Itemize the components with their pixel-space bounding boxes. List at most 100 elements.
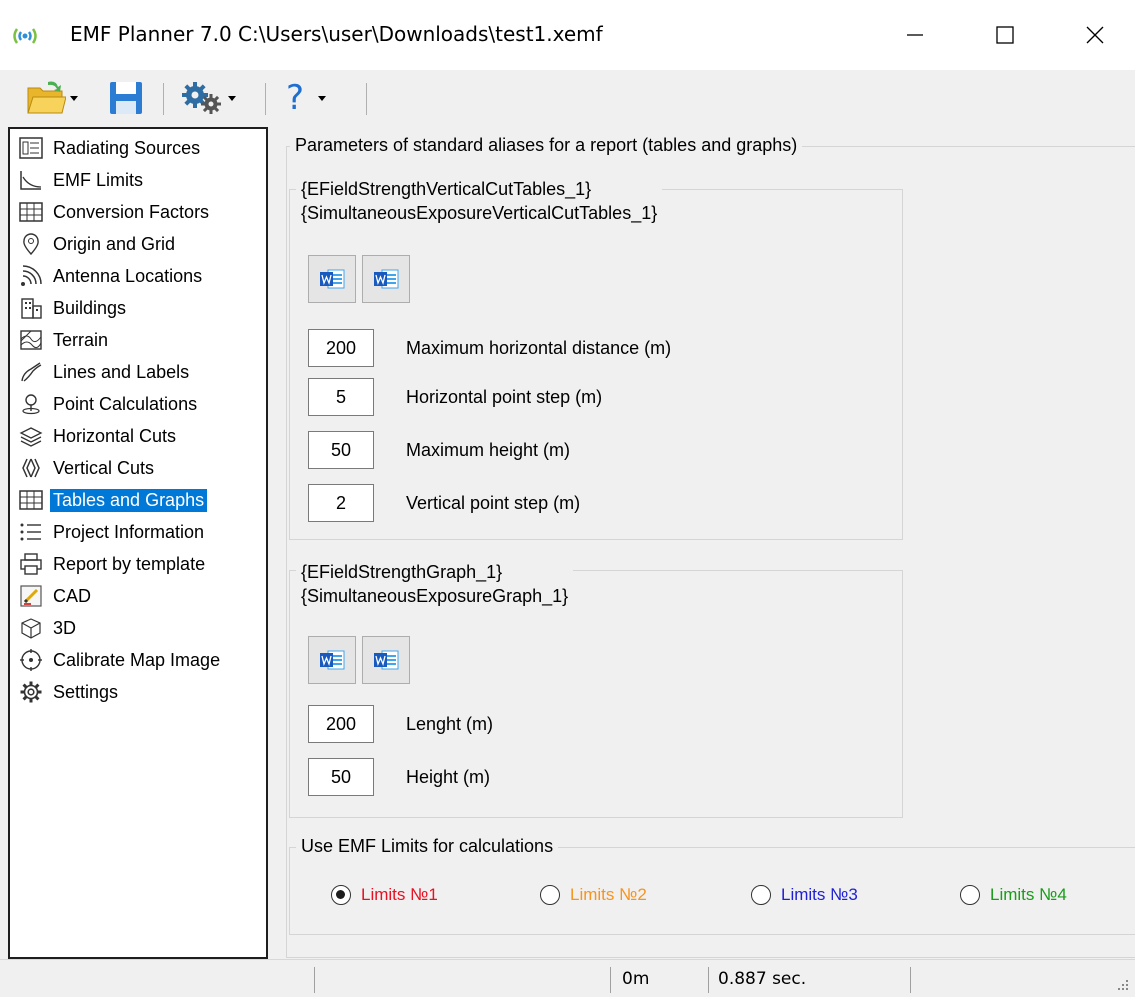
point-icon	[18, 391, 44, 417]
status-time: 0.887 sec.	[718, 969, 807, 989]
status-bar: 0m 0.887 sec.	[0, 959, 1135, 997]
settings-dropdown-caret-icon[interactable]	[228, 95, 236, 101]
max-height-input[interactable]: 50	[308, 431, 374, 469]
limits-3-radio[interactable]: Limits №3	[751, 885, 858, 905]
app-antenna-icon	[13, 28, 37, 44]
limits-1-radio[interactable]: Limits №1	[331, 885, 438, 905]
minimize-button[interactable]	[870, 0, 960, 70]
vertical-point-step-label: Vertical point step (m)	[406, 493, 581, 513]
nav-item-lines-and-labels[interactable]: Lines and Labels	[18, 357, 192, 387]
nav-item-antenna-locations[interactable]: Antenna Locations	[18, 261, 205, 291]
nav-item-3d[interactable]: 3D	[18, 613, 79, 643]
window-title: EMF Planner 7.0 C:\Users\user\Downloads\…	[70, 22, 603, 46]
radio-unselected-icon	[751, 885, 771, 905]
radio-unselected-icon	[960, 885, 980, 905]
word-document-icon	[320, 650, 345, 670]
antenna-signal-icon	[18, 263, 44, 289]
nav-item-point-calculations[interactable]: Point Calculations	[18, 389, 200, 419]
limits-4-label: Limits №4	[990, 885, 1067, 904]
minimize-icon	[907, 34, 923, 36]
report-aliases-group-title: Parameters of standard aliases for a rep…	[290, 134, 803, 156]
nav-label: Origin and Grid	[53, 233, 176, 254]
close-icon	[1086, 26, 1104, 44]
location-pin-icon	[18, 231, 44, 257]
max-horizontal-distance-label: Maximum horizontal distance (m)	[406, 338, 672, 358]
nav-item-origin-and-grid[interactable]: Origin and Grid	[18, 229, 178, 259]
nav-label: Tables and Graphs	[50, 488, 208, 512]
nav-item-calibrate-map-image[interactable]: Calibrate Map Image	[18, 645, 223, 675]
vertical-cut-tables-group-title: {EFieldStrengthVerticalCutTables_1} {Sim…	[296, 177, 663, 225]
nav-label: CAD	[53, 585, 92, 606]
nav-item-vertical-cuts[interactable]: Vertical Cuts	[18, 453, 157, 483]
horizontal-point-step-label: Horizontal point step (m)	[406, 387, 603, 407]
radio-selected-icon	[331, 885, 351, 905]
graph-length-label: Lenght (m)	[406, 714, 494, 734]
nav-item-emf-limits[interactable]: EMF Limits	[18, 165, 146, 195]
nav-label: Lines and Labels	[53, 361, 190, 382]
nav-label: Antenna Locations	[53, 265, 203, 286]
gear-icon	[18, 679, 44, 705]
crosshair-icon	[18, 647, 44, 673]
maximize-icon	[996, 26, 1014, 44]
open-dropdown-caret-icon[interactable]	[70, 95, 78, 101]
word-document-icon	[374, 269, 399, 289]
cad-icon	[18, 583, 44, 609]
graph-height-label: Height (m)	[406, 767, 491, 787]
export-exposure-graph-word-button[interactable]	[362, 636, 410, 684]
help-button[interactable]: ?	[286, 78, 327, 118]
settings-tools-button[interactable]	[180, 78, 236, 118]
graph-length-input[interactable]: 200	[308, 705, 374, 743]
cube-icon	[18, 615, 44, 641]
title-bar[interactable]: EMF Planner 7.0 C:\Users\user\Downloads\…	[0, 0, 1135, 70]
graph-height-input[interactable]: 50	[308, 758, 374, 796]
maximize-button[interactable]	[960, 0, 1050, 70]
layers-icon	[18, 423, 44, 449]
navigation-tree[interactable]: Radiating Sources EMF Limits Conversion …	[8, 127, 268, 959]
help-question-icon: ?	[286, 78, 305, 118]
nav-item-settings[interactable]: Settings	[18, 677, 121, 707]
nav-item-tables-and-graphs[interactable]: Tables and Graphs	[18, 485, 208, 515]
max-horizontal-distance-input[interactable]: 200	[308, 329, 374, 367]
close-button[interactable]	[1050, 0, 1135, 70]
vertical-point-step-input[interactable]: 2	[308, 484, 374, 522]
horizontal-point-step-input[interactable]: 5	[308, 378, 374, 416]
nav-label: Project Information	[53, 521, 205, 542]
nav-item-conversion-factors[interactable]: Conversion Factors	[18, 197, 212, 227]
nav-label: Conversion Factors	[53, 201, 210, 222]
export-exposure-table-word-button[interactable]	[362, 255, 410, 303]
help-dropdown-caret-icon[interactable]	[318, 95, 327, 101]
nav-label: Horizontal Cuts	[53, 425, 177, 446]
nav-item-terrain[interactable]: Terrain	[18, 325, 111, 355]
nav-label: Report by template	[53, 553, 206, 574]
printer-icon	[18, 551, 44, 577]
sources-icon	[18, 135, 44, 161]
emf-limits-group-title: Use EMF Limits for calculations	[296, 835, 559, 857]
nav-item-horizontal-cuts[interactable]: Horizontal Cuts	[18, 421, 179, 451]
table-icon	[18, 487, 44, 513]
limits-1-label: Limits №1	[361, 885, 438, 904]
nav-item-radiating-sources[interactable]: Radiating Sources	[18, 133, 203, 163]
nav-item-buildings[interactable]: Buildings	[18, 293, 129, 323]
nav-label: Terrain	[53, 329, 109, 350]
nav-label: Point Calculations	[53, 393, 198, 414]
limits-2-label: Limits №2	[570, 885, 647, 904]
nav-label: Vertical Cuts	[53, 457, 155, 478]
nav-item-cad[interactable]: CAD	[18, 581, 94, 611]
list-icon	[18, 519, 44, 545]
lines-icon	[18, 359, 44, 385]
save-button[interactable]	[108, 78, 144, 118]
export-efield-table-word-button[interactable]	[308, 255, 356, 303]
toolbar: ?	[0, 70, 1135, 126]
nav-label: Settings	[53, 681, 119, 702]
max-height-label: Maximum height (m)	[406, 440, 571, 460]
limits-4-radio[interactable]: Limits №4	[960, 885, 1067, 905]
resize-grip-icon[interactable]	[1115, 977, 1129, 991]
nav-label: 3D	[53, 617, 77, 638]
export-efield-graph-word-button[interactable]	[308, 636, 356, 684]
nav-item-report-by-template[interactable]: Report by template	[18, 549, 208, 579]
limits-2-radio[interactable]: Limits №2	[540, 885, 647, 905]
open-file-button[interactable]	[26, 78, 78, 118]
terrain-icon	[18, 327, 44, 353]
limits-icon	[18, 167, 44, 193]
nav-item-project-information[interactable]: Project Information	[18, 517, 207, 547]
